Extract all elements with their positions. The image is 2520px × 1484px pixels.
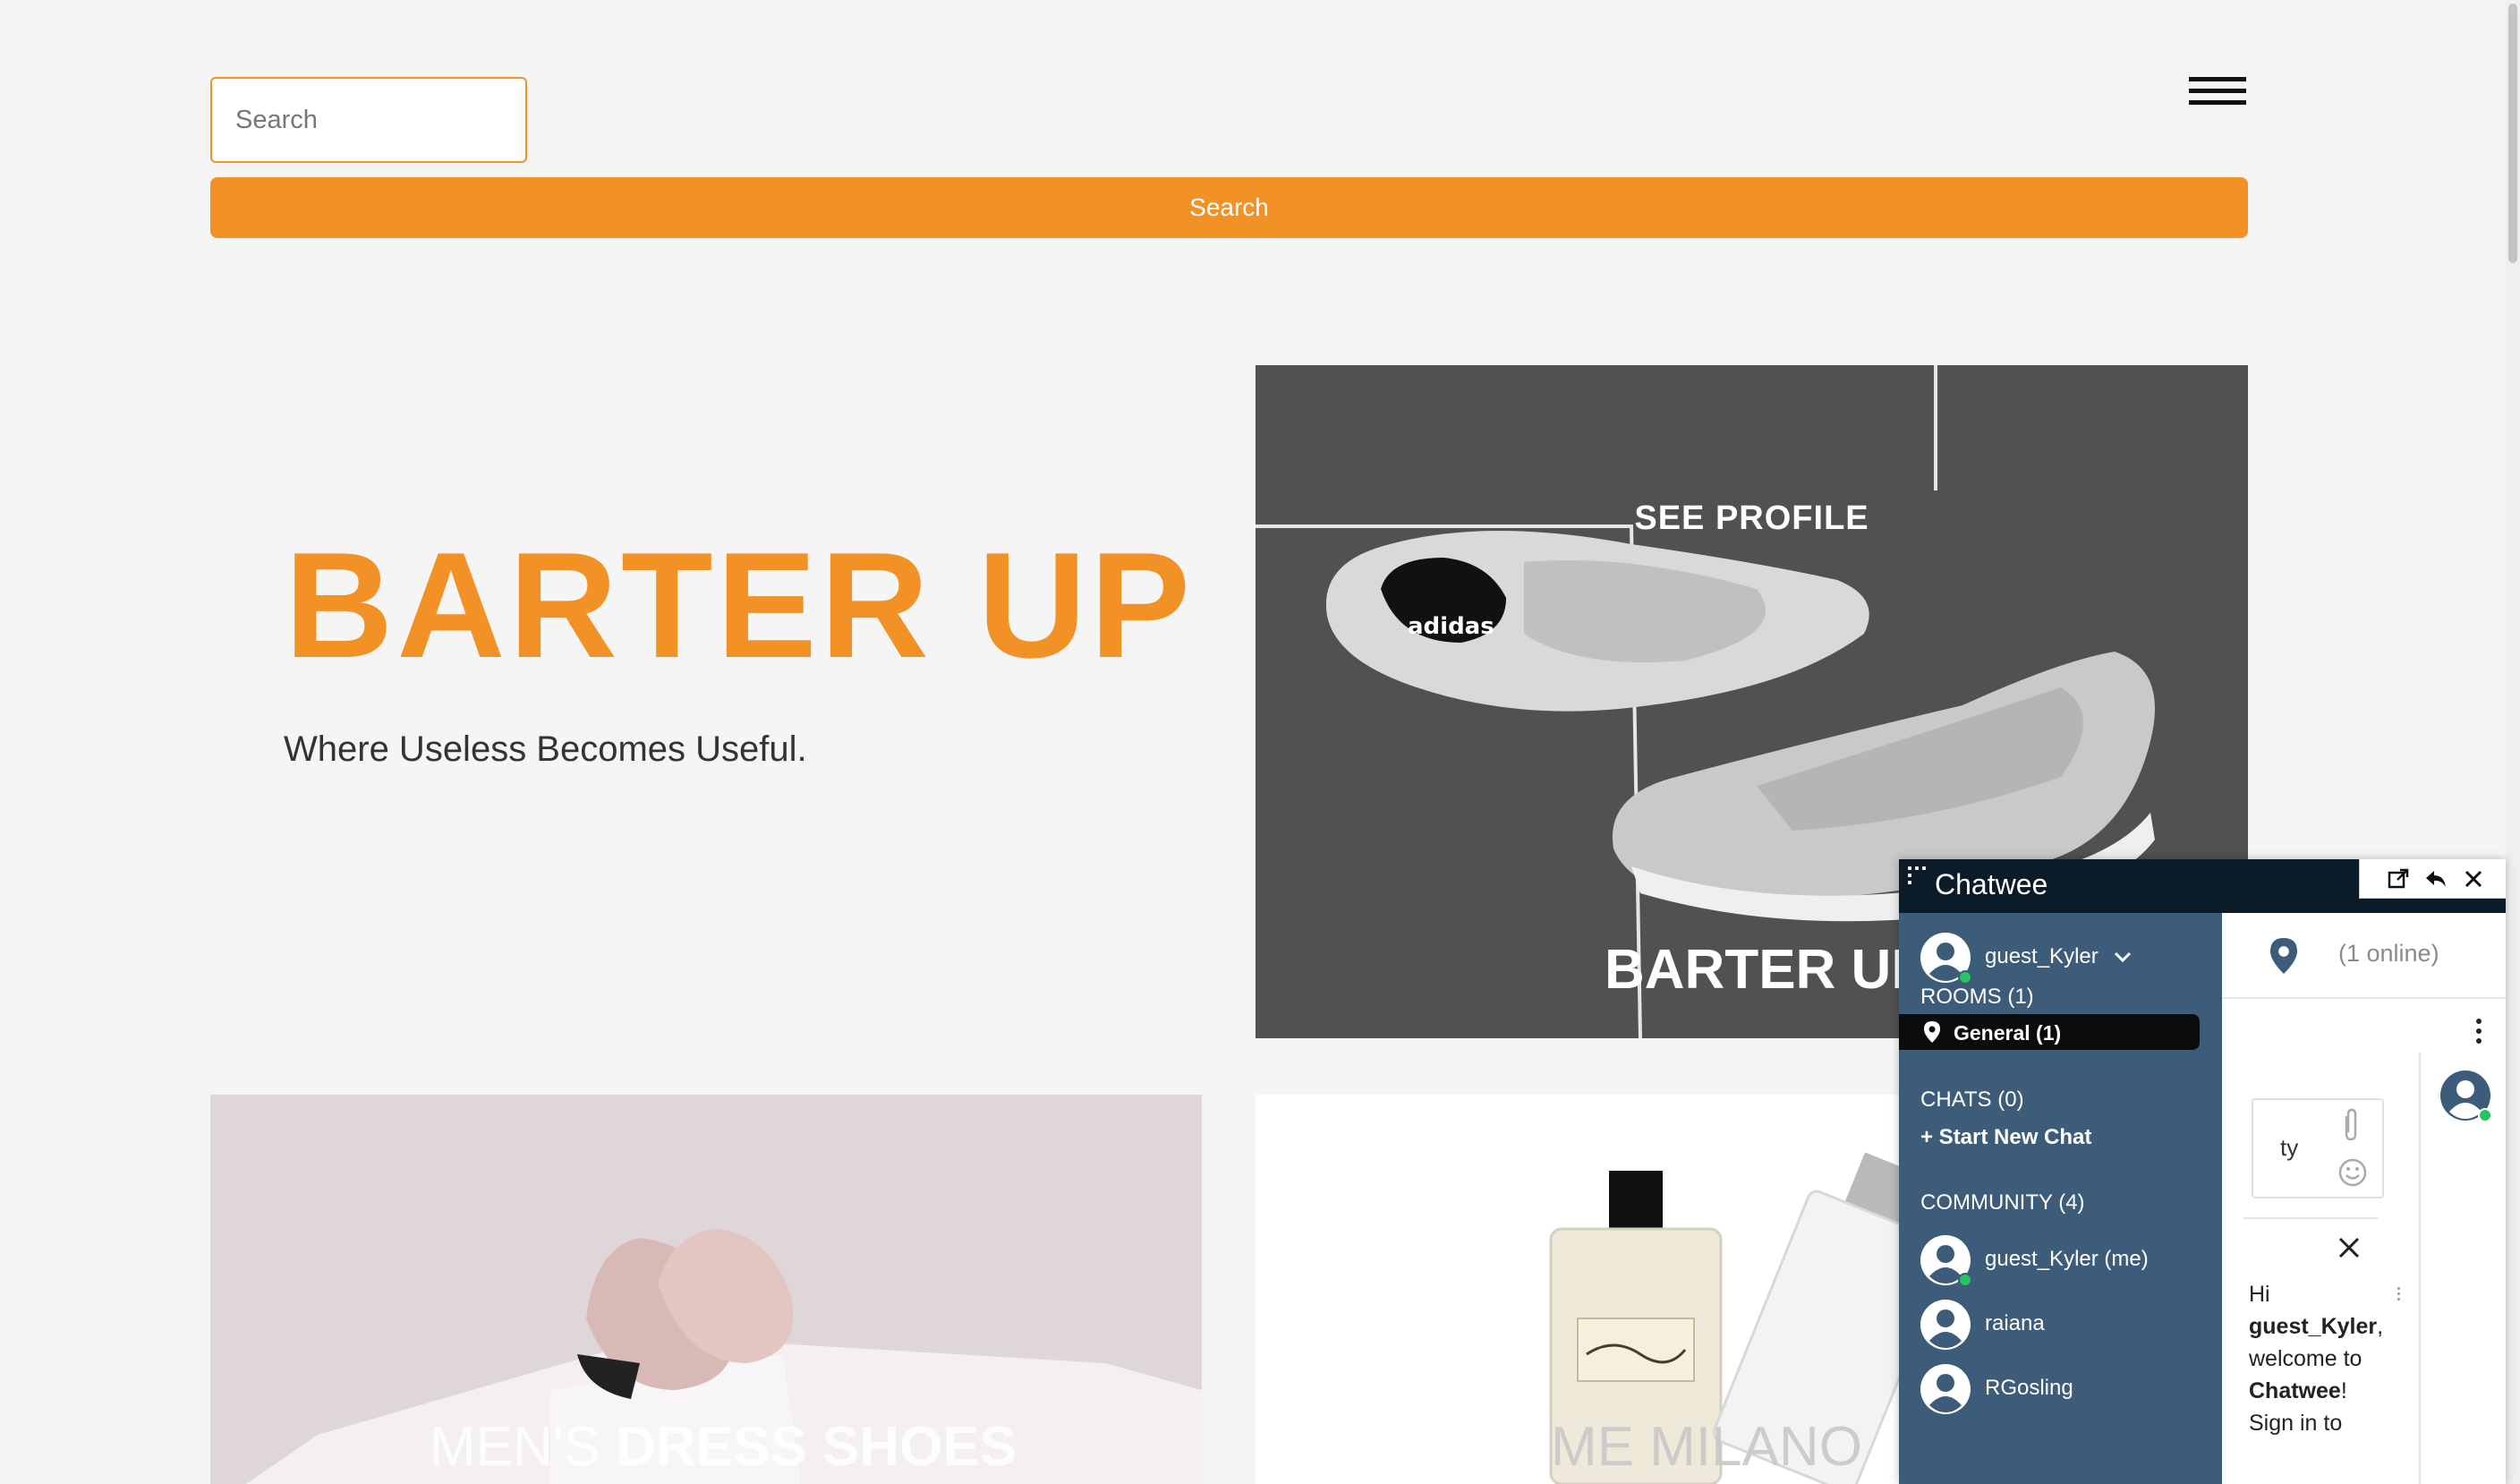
user-avatar-icon bbox=[1920, 1364, 1971, 1414]
welcome-hi: Hi bbox=[2249, 1282, 2270, 1307]
community-user-name: guest_Kyler (me) bbox=[1985, 1247, 2149, 1271]
chat-widget: Chatwee guest_Kyler ROOMS (1) General (1… bbox=[1899, 859, 2506, 1484]
popout-icon[interactable] bbox=[2387, 867, 2410, 891]
tile-brand-label: BARTER UP bbox=[1605, 939, 1928, 1001]
paperclip-icon[interactable] bbox=[2341, 1107, 2361, 1143]
community-user-name: RGosling bbox=[1985, 1376, 2073, 1400]
svg-text:adidas: adidas bbox=[1408, 613, 1494, 640]
online-count: (1 online) bbox=[2338, 940, 2439, 967]
location-pin-icon bbox=[1924, 1021, 1940, 1043]
chat-main-pane: (1 online) ty Hi guest_Kyler, welcome to… bbox=[2222, 913, 2506, 1484]
hero-title: BARTER UP bbox=[285, 521, 1195, 689]
location-pin-icon bbox=[2270, 938, 2297, 974]
chat-titlebar[interactable]: Chatwee bbox=[1899, 859, 2506, 913]
chat-sidebar: guest_Kyler ROOMS (1) General (1) CHATS … bbox=[1899, 913, 2222, 1484]
chat-title: Chatwee bbox=[1935, 868, 2048, 900]
online-status-dot bbox=[1958, 1273, 1972, 1287]
room-header: (1 online) bbox=[2222, 913, 2506, 999]
dress-shoes-label-light: MEN'S bbox=[430, 1416, 617, 1478]
hero-tagline: Where Useless Becomes Useful. bbox=[284, 729, 807, 769]
online-status-dot bbox=[1958, 970, 1972, 985]
see-profile-label[interactable]: SEE PROFILE bbox=[1256, 499, 2248, 538]
more-options-icon[interactable] bbox=[2476, 1019, 2483, 1047]
start-new-chat-link[interactable]: + Start New Chat bbox=[1920, 1125, 2091, 1150]
drag-handle-icon[interactable] bbox=[1908, 866, 1926, 884]
current-user-name[interactable]: guest_Kyler bbox=[1985, 944, 2099, 969]
search-input[interactable] bbox=[210, 77, 527, 163]
minimize-icon[interactable] bbox=[2424, 867, 2448, 891]
welcome-line: welcome to bbox=[2249, 1346, 2362, 1371]
page-scrollbar-thumb[interactable] bbox=[2508, 4, 2517, 263]
online-users-rail bbox=[2419, 1053, 2506, 1484]
room-item-label: General (1) bbox=[1954, 1021, 2062, 1045]
user-avatar-icon bbox=[1920, 1300, 1971, 1350]
close-icon[interactable] bbox=[2337, 1235, 2362, 1260]
dress-shoes-label: MEN'S DRESS SHOES bbox=[430, 1415, 1017, 1479]
message-input[interactable]: ty bbox=[2252, 1098, 2384, 1198]
search-button[interactable]: Search bbox=[210, 177, 2248, 238]
hamburger-menu-icon[interactable] bbox=[2189, 77, 2246, 109]
welcome-message: Hi guest_Kyler, welcome to Chatwee! Sign… bbox=[2249, 1282, 2384, 1436]
dress-shoes-label-bold: DRESS SHOES bbox=[616, 1416, 1017, 1478]
chats-heading: CHATS (0) bbox=[1920, 1087, 2024, 1112]
welcome-signin-text: Sign in to bbox=[2249, 1411, 2343, 1436]
emoji-icon[interactable] bbox=[2337, 1157, 2368, 1188]
welcome-brand: Chatwee bbox=[2249, 1378, 2341, 1403]
community-heading: COMMUNITY (4) bbox=[1920, 1190, 2085, 1215]
message-draft-text: ty bbox=[2280, 1134, 2299, 1161]
online-status-dot bbox=[2478, 1108, 2492, 1122]
chevron-down-icon[interactable] bbox=[2114, 951, 2132, 963]
room-item-general[interactable]: General (1) bbox=[1899, 1014, 2200, 1050]
welcome-options-icon[interactable] bbox=[2397, 1287, 2405, 1316]
chat-window-controls bbox=[2359, 859, 2506, 899]
close-icon[interactable] bbox=[2462, 867, 2485, 891]
welcome-username: guest_Kyler bbox=[2249, 1314, 2378, 1339]
dress-shoes-tile[interactable]: MEN'S DRESS SHOES bbox=[210, 1095, 1202, 1484]
rooms-heading: ROOMS (1) bbox=[1920, 985, 2034, 1009]
welcome-divider bbox=[2243, 1217, 2378, 1219]
community-user-name: raiana bbox=[1985, 1311, 2045, 1335]
perfume-label: ME MILANO bbox=[1551, 1416, 1862, 1478]
